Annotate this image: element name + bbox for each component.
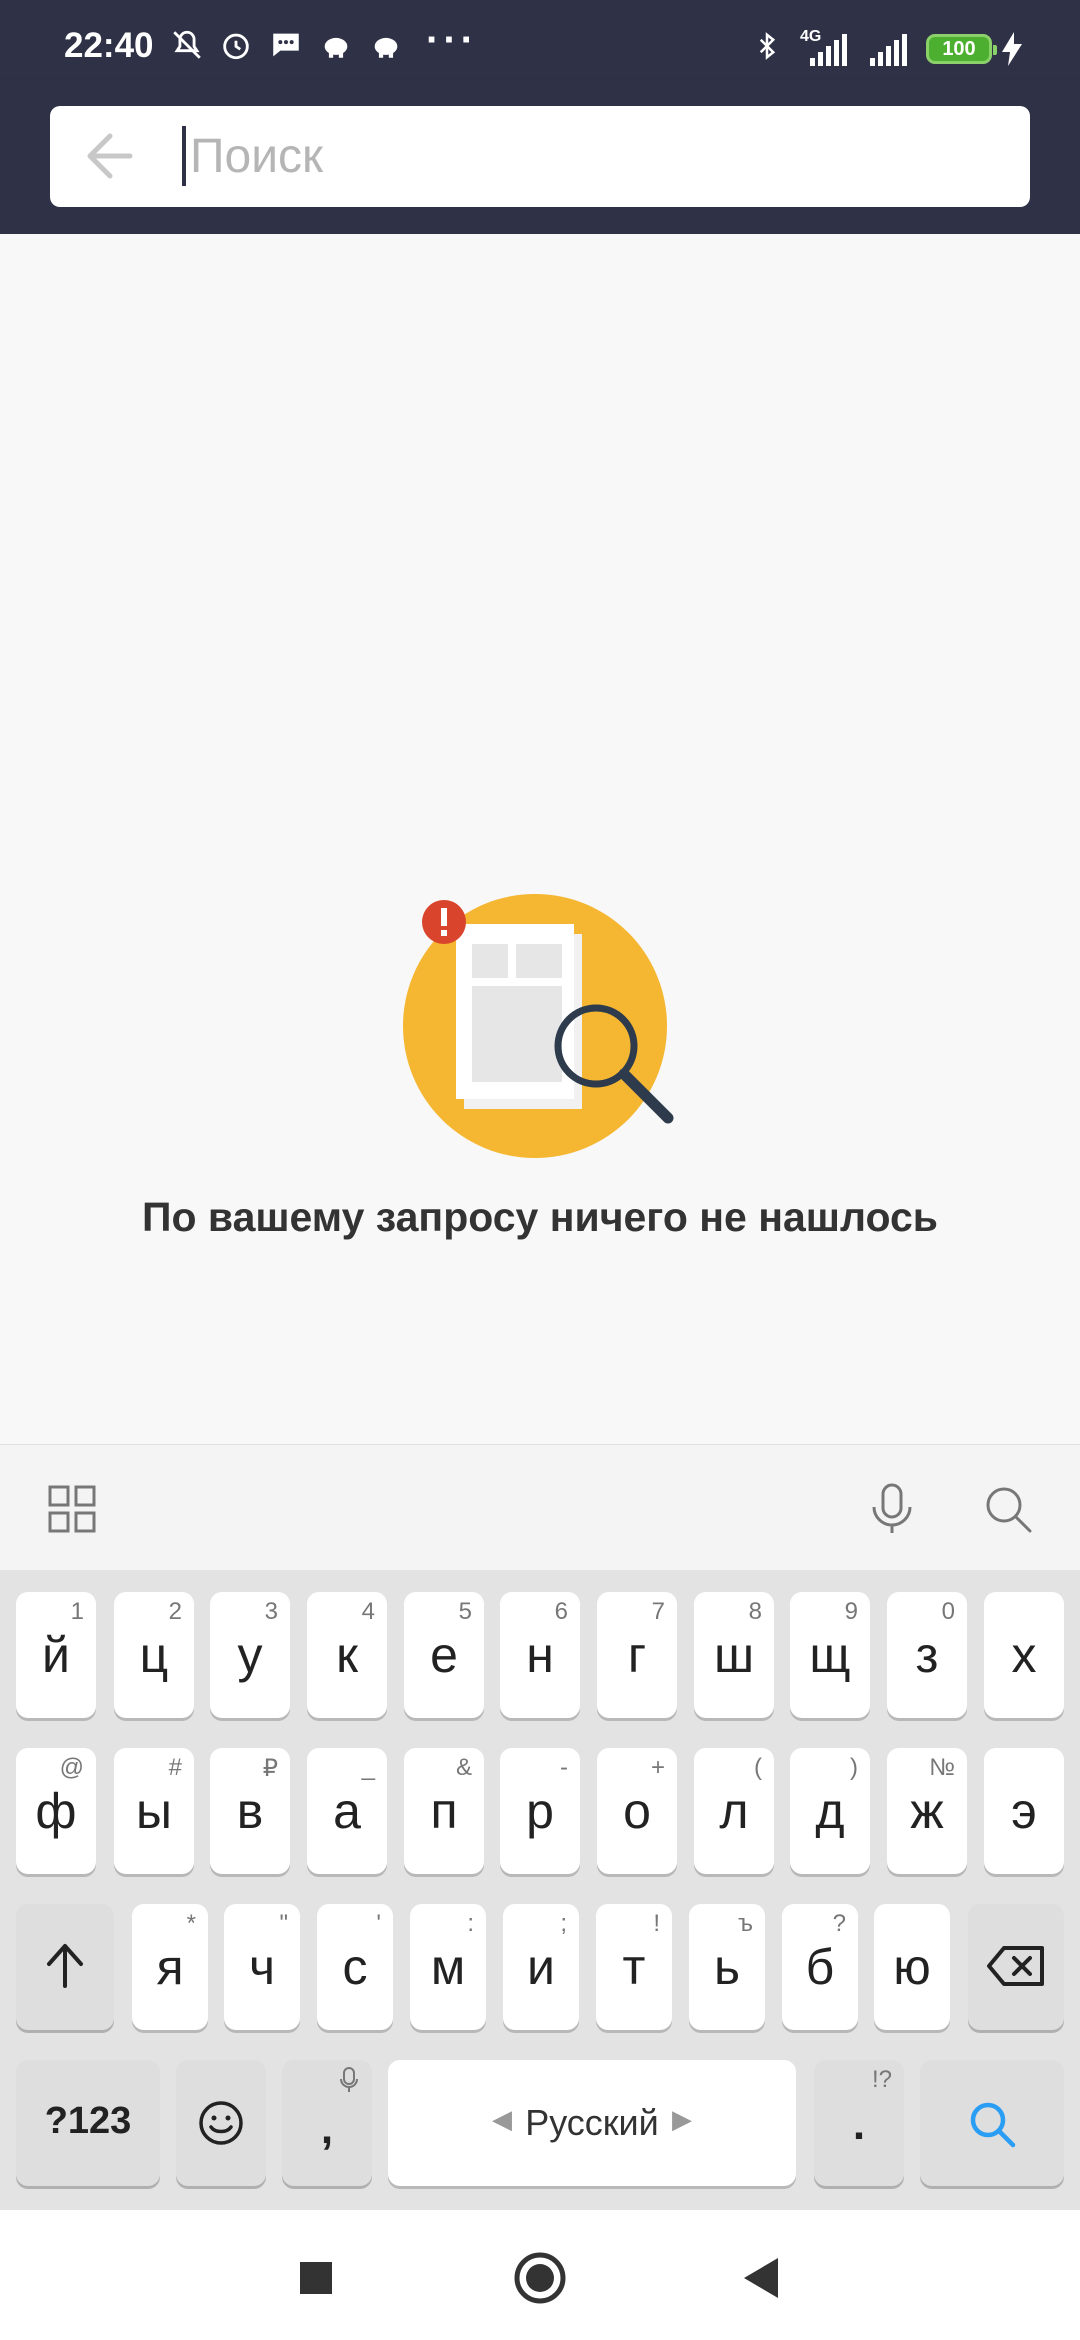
search-bar [50,106,1030,207]
key-х[interactable]: х [984,1592,1064,1718]
key-я[interactable]: * я [132,1904,208,2030]
key-э[interactable]: э [984,1748,1064,1874]
period-key[interactable]: !? . [814,2060,904,2186]
search-input[interactable] [190,124,990,188]
emoji-icon [199,2101,243,2145]
keyboard-row-1: 1й 2ц 3у 4к 5е 6н 7г 8ш 9щ 0з х [0,1592,1080,1718]
microphone-icon[interactable] [864,1481,920,1537]
signal-icon [870,34,907,66]
bell-off-icon [173,30,201,59]
comma-key[interactable]: , [282,2060,372,2186]
keyboard-row-3: * я " ч ' с :м ; и ! т ъь ? б ю [0,1904,1080,2030]
key-ы[interactable]: # ы [114,1748,194,1874]
key-ю[interactable]: ю [874,1904,950,2030]
chevron-right-icon: ▶ [672,2104,692,2134]
key-д[interactable]: ) д [790,1748,870,1874]
more-notifications-icon: ··· [426,18,478,62]
key-й[interactable]: 1й [16,1592,96,1718]
back-icon[interactable] [734,2250,790,2306]
key-ч[interactable]: " ч [224,1904,300,2030]
arrow-left-icon[interactable] [80,128,140,184]
apps-grid-icon[interactable] [44,1481,100,1537]
key-ф[interactable]: @ ф [16,1748,96,1874]
symbols-key[interactable]: ?123 [16,2060,160,2186]
space-key[interactable]: ◀ Русский ▶ [388,2060,796,2186]
empty-state-message: По вашему запросу ничего не нашлось [142,1194,938,1240]
key-р[interactable]: -р [500,1748,580,1874]
key-ж[interactable]: № ж [887,1748,967,1874]
status-time: 22:40 [64,26,154,65]
battery-indicator: 100 [926,34,997,64]
app-header [0,80,1080,234]
key-о[interactable]: + о [597,1748,677,1874]
key-л[interactable]: (л [694,1748,774,1874]
search-results-area: По вашему запросу ничего не нашлось [0,234,1080,1444]
piggy-bank-icon [324,37,348,58]
key-м[interactable]: :м [410,1904,486,2030]
key-п[interactable]: & п [404,1748,484,1874]
status-bar: 22:40 ··· 4G 100 [0,0,1080,80]
key-а[interactable]: _ а [307,1748,387,1874]
search-icon[interactable] [980,1481,1036,1537]
search-icon [970,2102,1016,2148]
key-и[interactable]: ; и [503,1904,579,2030]
key-ц[interactable]: 2ц [114,1592,194,1718]
emoji-key[interactable] [176,2060,266,2186]
key-е[interactable]: 5е [404,1592,484,1718]
key-щ[interactable]: 9щ [790,1592,870,1718]
key-с[interactable]: ' с [317,1904,393,2030]
message-icon [273,33,299,57]
charging-icon [1002,32,1022,66]
key-ш[interactable]: 8ш [694,1592,774,1718]
key-б[interactable]: ? б [782,1904,858,2030]
keyboard-row-2: @ ф # ы ₽ в _ а & п -р + о (л ) д № ж э [0,1748,1080,1874]
key-к[interactable]: 4к [307,1592,387,1718]
shift-key[interactable] [16,1904,114,2030]
search-action-key[interactable] [920,2060,1064,2186]
key-г[interactable]: 7г [597,1592,677,1718]
shift-arrow-icon [47,1944,83,1988]
recent-apps-icon[interactable] [288,2250,344,2306]
keyboard-toolbar [0,1444,1080,1570]
backspace-icon [987,1946,1044,1986]
key-у[interactable]: 3у [210,1592,290,1718]
microphone-icon [340,2067,358,2092]
piggy-bank-icon [374,37,398,58]
key-в[interactable]: ₽ в [210,1748,290,1874]
key-н[interactable]: 6н [500,1592,580,1718]
bluetooth-icon [759,32,776,60]
navigation-bar [0,2210,1080,2340]
text-caret [182,126,186,186]
key-з[interactable]: 0з [887,1592,967,1718]
alarm-icon [223,33,249,60]
keyboard-row-4: ?123 , ◀ Русский ▶ !? . [0,2060,1080,2186]
signal-icon [810,34,847,66]
space-language-label: Русский [525,2102,659,2143]
backspace-key[interactable] [968,1904,1064,2030]
no-results-illustration [403,894,674,1158]
key-ь[interactable]: ъь [689,1904,765,2030]
home-icon[interactable] [512,2250,568,2306]
key-т[interactable]: ! т [596,1904,672,2030]
keyboard: 1й 2ц 3у 4к 5е 6н 7г 8ш 9щ 0з х @ ф # ы ₽ в… [0,1570,1080,2210]
